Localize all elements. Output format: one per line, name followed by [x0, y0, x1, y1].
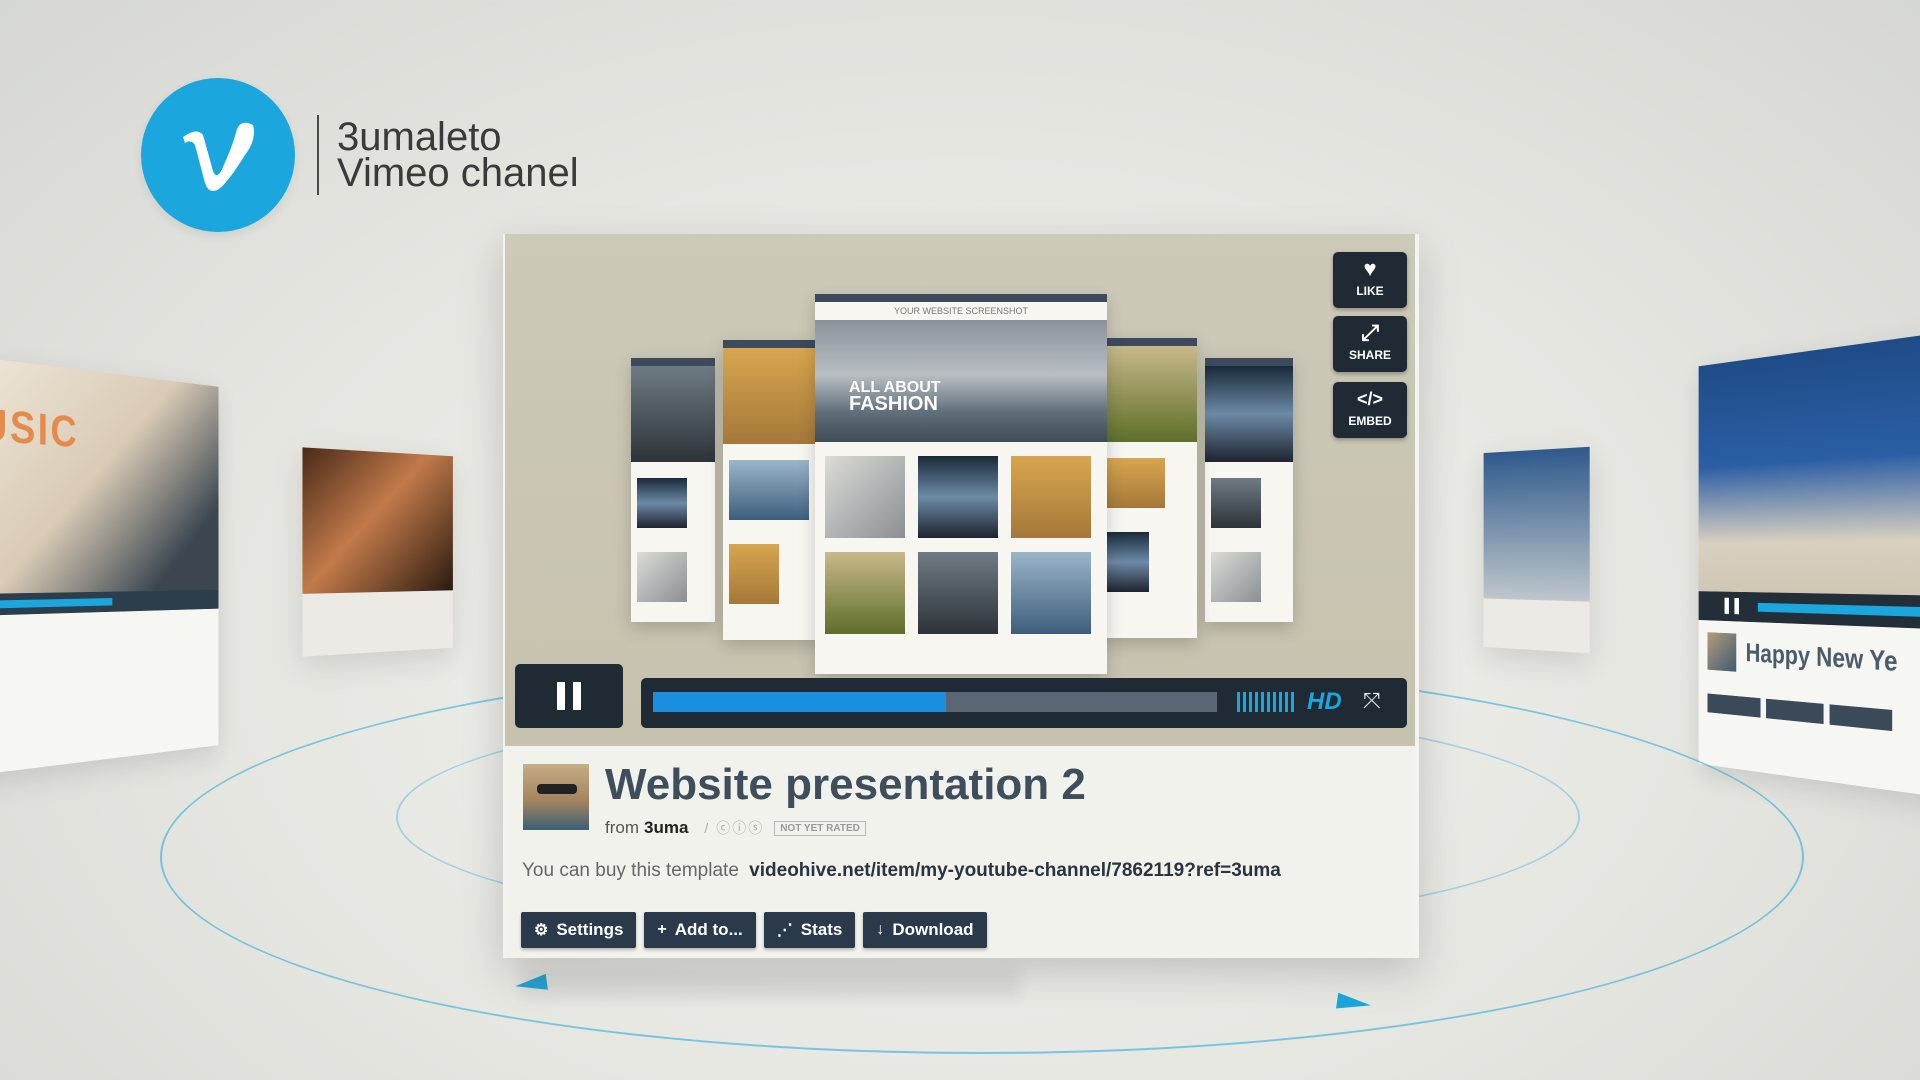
- side-card-right-title: Happy New Ye: [1745, 638, 1898, 678]
- button-reflection: [520, 968, 1020, 998]
- mock-hero: ALL ABOUT FASHION: [815, 320, 1107, 442]
- side-card-right[interactable]: ❚❚ Happy New Ye: [1698, 330, 1920, 800]
- fullscreen-icon[interactable]: ⤧: [1363, 688, 1381, 714]
- settings-button[interactable]: ⚙ Settings: [521, 912, 637, 948]
- brand-text: 3umaleto Vimeo chanel: [337, 115, 579, 195]
- mock-page-left: [723, 340, 823, 640]
- video-meta: from 3uma / ⓒⓘⓢ NOT YET RATED: [605, 818, 866, 838]
- download-button[interactable]: ↓ Download: [863, 912, 987, 948]
- author-link[interactable]: 3uma: [644, 818, 688, 838]
- rating-badge: NOT YET RATED: [774, 820, 866, 836]
- side-card-left-far-thumbnail: [302, 447, 453, 594]
- stats-button[interactable]: ⋰ Stats: [763, 912, 856, 948]
- embed-icon: </>: [1356, 389, 1384, 409]
- brand-line-1: 3umaleto: [337, 115, 502, 159]
- mock-page-right: [1099, 338, 1197, 638]
- vimeo-logo-icon[interactable]: [141, 78, 295, 232]
- side-card-right-pause-icon: ❚❚: [1721, 595, 1742, 614]
- download-icon: ↓: [876, 921, 885, 938]
- avatar[interactable]: [523, 764, 589, 830]
- embed-button[interactable]: </> EMBED: [1333, 382, 1407, 438]
- mock-gallery: [815, 442, 1107, 648]
- progress-fill: [653, 692, 947, 712]
- brand-divider: [317, 115, 319, 195]
- video-card: YOUR WEBSITE SCREENSHOT ALL ABOUT FASHIO…: [503, 234, 1419, 958]
- video-info: Website presentation 2 from 3uma / ⓒⓘⓢ N…: [505, 746, 1415, 958]
- mock-hero-line-2: FASHION: [849, 393, 938, 415]
- add-to-button[interactable]: + Add to...: [644, 912, 756, 948]
- progress-bar[interactable]: [653, 692, 1217, 712]
- mock-page-center: YOUR WEBSITE SCREENSHOT ALL ABOUT FASHIO…: [815, 294, 1107, 674]
- mock-page-left-far: [631, 358, 715, 622]
- side-card-left-far[interactable]: [302, 447, 453, 657]
- side-card-right-far-thumbnail: [1483, 446, 1590, 602]
- plus-icon: +: [657, 921, 667, 938]
- side-card-left[interactable]: USIC: [0, 356, 219, 776]
- buy-text: You can buy this template videohive.net/…: [522, 860, 1281, 882]
- heart-icon: ♥: [1363, 256, 1377, 281]
- stats-icon: ⋰: [776, 922, 793, 939]
- like-button[interactable]: ♥ LIKE: [1333, 252, 1407, 308]
- volume-control[interactable]: [1237, 692, 1294, 712]
- buy-link[interactable]: videohive.net/item/my-youtube-channel/78…: [749, 860, 1281, 881]
- side-card-right-far[interactable]: [1483, 446, 1590, 654]
- mock-page-right-far: [1205, 358, 1293, 622]
- video-player[interactable]: YOUR WEBSITE SCREENSHOT ALL ABOUT FASHIO…: [505, 234, 1415, 746]
- player-controls: HD ⤧: [641, 678, 1407, 728]
- pause-icon: [557, 682, 565, 710]
- side-card-left-thumbnail: USIC: [0, 356, 219, 616]
- brand-line-2: Vimeo chanel: [337, 151, 579, 195]
- video-title[interactable]: Website presentation 2: [605, 760, 1086, 810]
- side-card-right-thumbnail: ❚❚: [1698, 330, 1920, 630]
- pause-button[interactable]: [515, 664, 623, 728]
- mock-header-text: YOUR WEBSITE SCREENSHOT: [893, 306, 1028, 316]
- license-icons: / ⓒⓘⓢ: [704, 820, 765, 836]
- action-buttons: ⚙ Settings + Add to... ⋰ Stats ↓ Downloa…: [521, 912, 987, 948]
- buy-label: You can buy this template: [522, 860, 739, 881]
- brand: 3umaleto Vimeo chanel: [141, 78, 579, 232]
- share-button[interactable]: ⤢ SHARE: [1333, 316, 1407, 372]
- side-card-right-avatar: [1707, 632, 1737, 672]
- share-icon: ⤢: [1361, 320, 1379, 345]
- hd-toggle[interactable]: HD: [1307, 688, 1342, 716]
- from-label: from: [605, 818, 639, 837]
- side-card-left-title: USIC: [0, 397, 79, 457]
- gear-icon: ⚙: [534, 922, 549, 939]
